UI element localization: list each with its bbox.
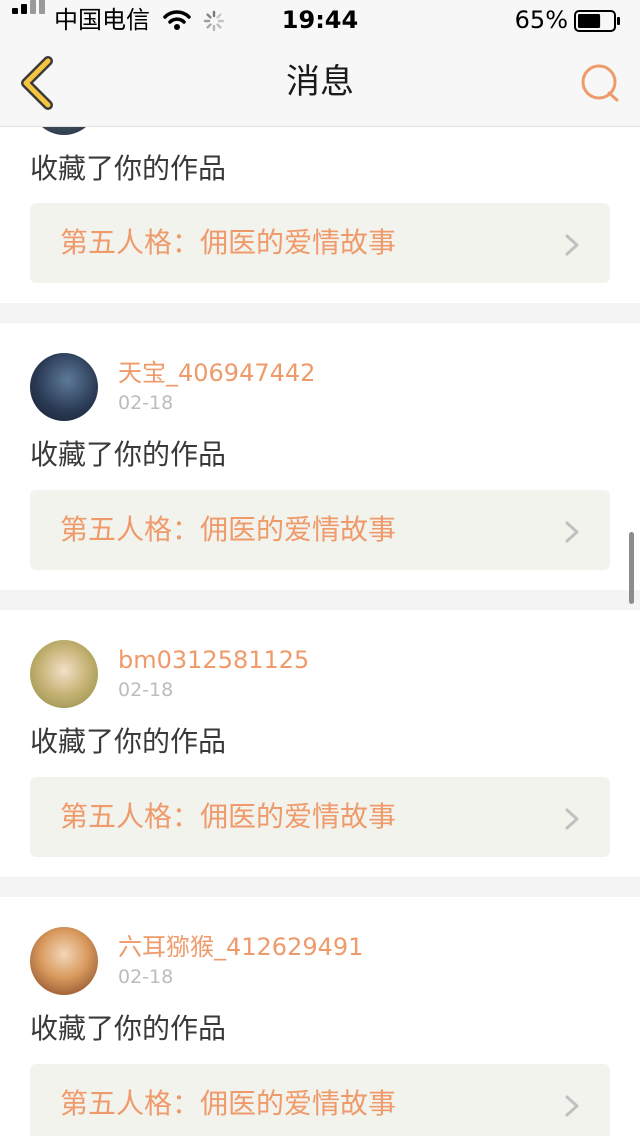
message-date: 02-18: [118, 679, 174, 701]
work-link[interactable]: 第五人格：佣医的爱情故事: [30, 490, 610, 570]
work-title: 第五人格：佣医的爱情故事: [60, 513, 397, 546]
battery-icon: [574, 10, 622, 36]
work-title: 第五人格：佣医的爱情故事: [60, 226, 397, 259]
avatar[interactable]: [30, 353, 98, 421]
message-action: 收藏了你的作品: [30, 438, 227, 471]
message-action: 收藏了你的作品: [30, 725, 227, 758]
navigation-bar: 消息: [0, 40, 640, 127]
username[interactable]: 天宝_406947442: [118, 358, 315, 388]
message-card: 天宝_406947442 02-18 收藏了你的作品 第五人格：佣医的爱情故事: [0, 323, 640, 590]
message-card: 六耳猕猴_412629491 02-18 收藏了你的作品 第五人格：佣医的爱情故…: [0, 897, 640, 1136]
page-title: 消息: [286, 62, 354, 102]
divider: [0, 303, 640, 323]
work-link[interactable]: 第五人格：佣医的爱情故事: [30, 1064, 610, 1136]
work-link[interactable]: 第五人格：佣医的爱情故事: [30, 203, 610, 283]
battery-percentage: 65%: [514, 6, 568, 34]
message-list: 收藏了你的作品 第五人格：佣医的爱情故事 天宝_406947442 02-18 …: [0, 127, 640, 1136]
chevron-right-icon: [565, 521, 579, 543]
message-date: 02-18: [118, 966, 174, 988]
work-title: 第五人格：佣医的爱情故事: [60, 800, 397, 833]
chevron-right-icon: [565, 1095, 579, 1117]
avatar[interactable]: [30, 127, 98, 135]
message-card: 收藏了你的作品 第五人格：佣医的爱情故事: [0, 127, 640, 303]
avatar[interactable]: [30, 640, 98, 708]
message-date: 02-18: [118, 392, 174, 414]
chevron-right-icon: [565, 808, 579, 830]
work-link[interactable]: 第五人格：佣医的爱情故事: [30, 777, 610, 857]
search-icon: [581, 64, 619, 102]
work-title: 第五人格：佣医的爱情故事: [60, 1087, 397, 1120]
divider: [0, 877, 640, 897]
search-button[interactable]: [578, 60, 624, 106]
message-action: 收藏了你的作品: [30, 1012, 227, 1045]
message-card: bm0312581125 02-18 收藏了你的作品 第五人格：佣医的爱情故事: [0, 610, 640, 877]
divider: [0, 590, 640, 610]
username[interactable]: bm0312581125: [118, 645, 309, 675]
chevron-right-icon: [565, 234, 579, 256]
username[interactable]: 六耳猕猴_412629491: [118, 932, 363, 962]
message-action: 收藏了你的作品: [30, 152, 227, 185]
scrollbar[interactable]: [629, 532, 634, 604]
status-bar: 中国电信 19:44 65%: [0, 0, 640, 40]
avatar[interactable]: [30, 927, 98, 995]
